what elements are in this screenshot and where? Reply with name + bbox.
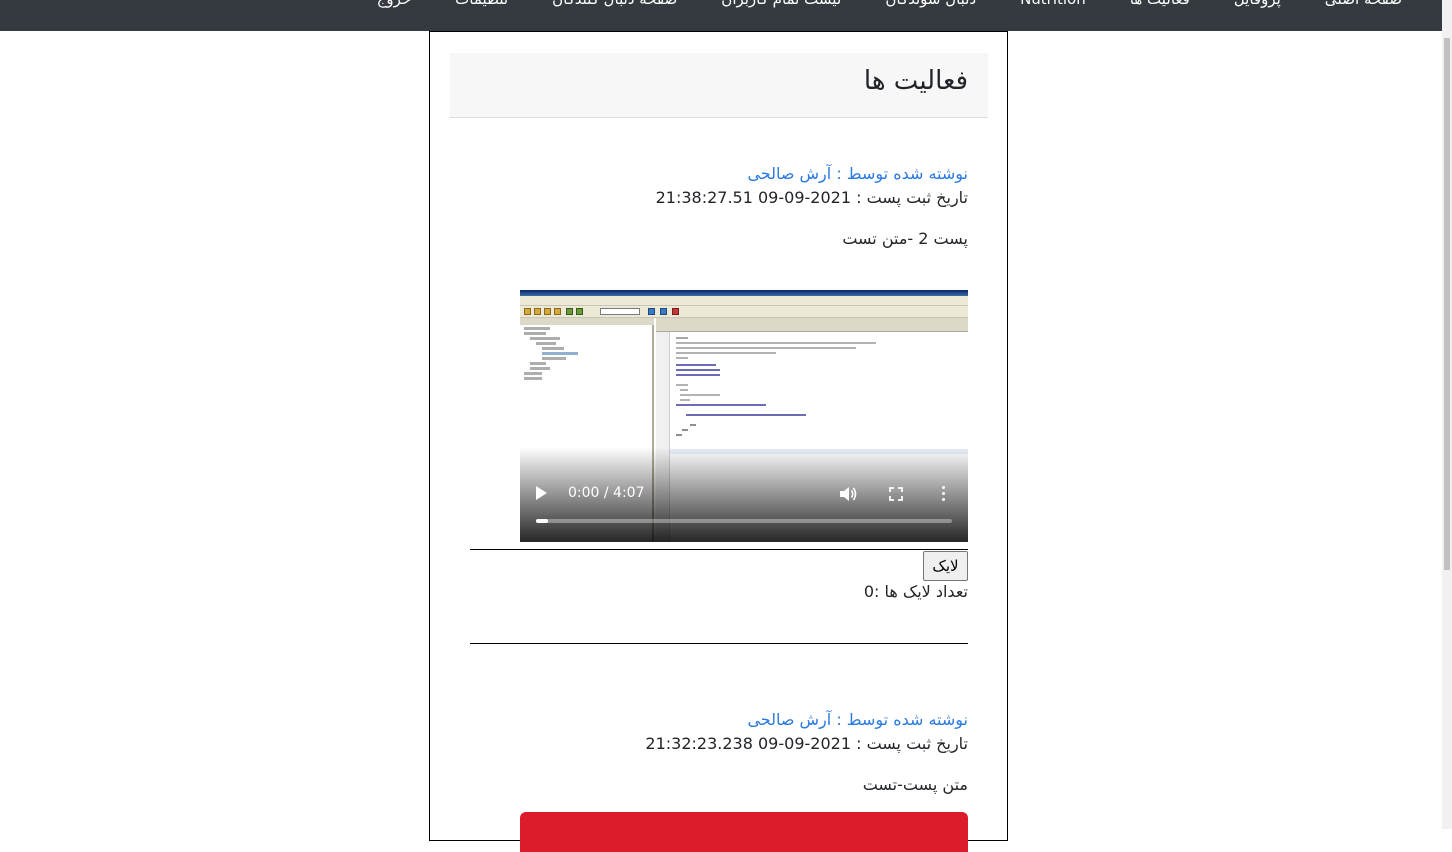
video-progress-bar[interactable]	[536, 519, 952, 523]
post-text: متن پست-تست	[862, 775, 968, 794]
like-button[interactable]: لایک	[923, 551, 968, 581]
top-navbar: صفحه اصلی پروفایل فعالیت ها Nutrition دن…	[0, 0, 1442, 31]
nav-item-profile[interactable]: پروفایل	[1212, 0, 1303, 11]
post-item: نوشته شده توسط : آرش صالحی تاریخ ثبت پست…	[470, 162, 968, 652]
post-author-link[interactable]: نوشته شده توسط : آرش صالحی	[747, 710, 968, 729]
more-options-icon[interactable]	[941, 486, 945, 502]
nav-item-followings[interactable]: دنبال شوندگان	[863, 0, 998, 11]
post-text: پست 2 -متن تست	[842, 229, 968, 248]
fullscreen-icon[interactable]	[889, 487, 903, 501]
page-title: فعالیت ها	[863, 66, 968, 96]
volume-icon[interactable]	[839, 486, 857, 502]
like-count: تعداد لایک ها :0	[863, 582, 968, 601]
post-date: تاریخ ثبت پست : 2021-09-09 21:32:23.238	[645, 734, 968, 753]
video-progress-fill	[536, 519, 549, 523]
nav-item-activities[interactable]: فعالیت ها	[1108, 0, 1212, 11]
nav-item-all-users[interactable]: لیست تمام کاربران	[699, 0, 863, 11]
post-media[interactable]	[520, 812, 968, 852]
post-video-player[interactable]: 0:00 / 4:07	[520, 290, 968, 542]
nav-item-followers[interactable]: صفحه دنبال کنندگان	[530, 0, 699, 11]
post-author-link[interactable]: نوشته شده توسط : آرش صالحی	[747, 164, 968, 183]
nav-item-settings[interactable]: تنظیمات	[433, 0, 530, 11]
nav-item-logout[interactable]: خروج	[355, 0, 433, 11]
scrollbar-thumb[interactable]	[1444, 38, 1450, 570]
video-time-display: 0:00 / 4:07	[568, 485, 645, 501]
play-icon[interactable]	[536, 486, 547, 500]
page-scrollbar[interactable]	[1442, 0, 1452, 829]
divider	[470, 549, 968, 550]
nav-item-home[interactable]: صفحه اصلی	[1303, 0, 1424, 11]
post-date: تاریخ ثبت پست : 2021-09-09 21:38:27.51	[655, 188, 968, 207]
nav-item-nutrition[interactable]: Nutrition	[998, 0, 1108, 11]
activities-container: فعالیت ها نوشته شده توسط : آرش صالحی تار…	[429, 31, 1008, 852]
card-header: فعالیت ها	[450, 53, 988, 118]
nav-list: صفحه اصلی پروفایل فعالیت ها Nutrition دن…	[355, 0, 1424, 11]
divider	[470, 643, 968, 644]
post-item: نوشته شده توسط : آرش صالحی تاریخ ثبت پست…	[470, 708, 968, 852]
